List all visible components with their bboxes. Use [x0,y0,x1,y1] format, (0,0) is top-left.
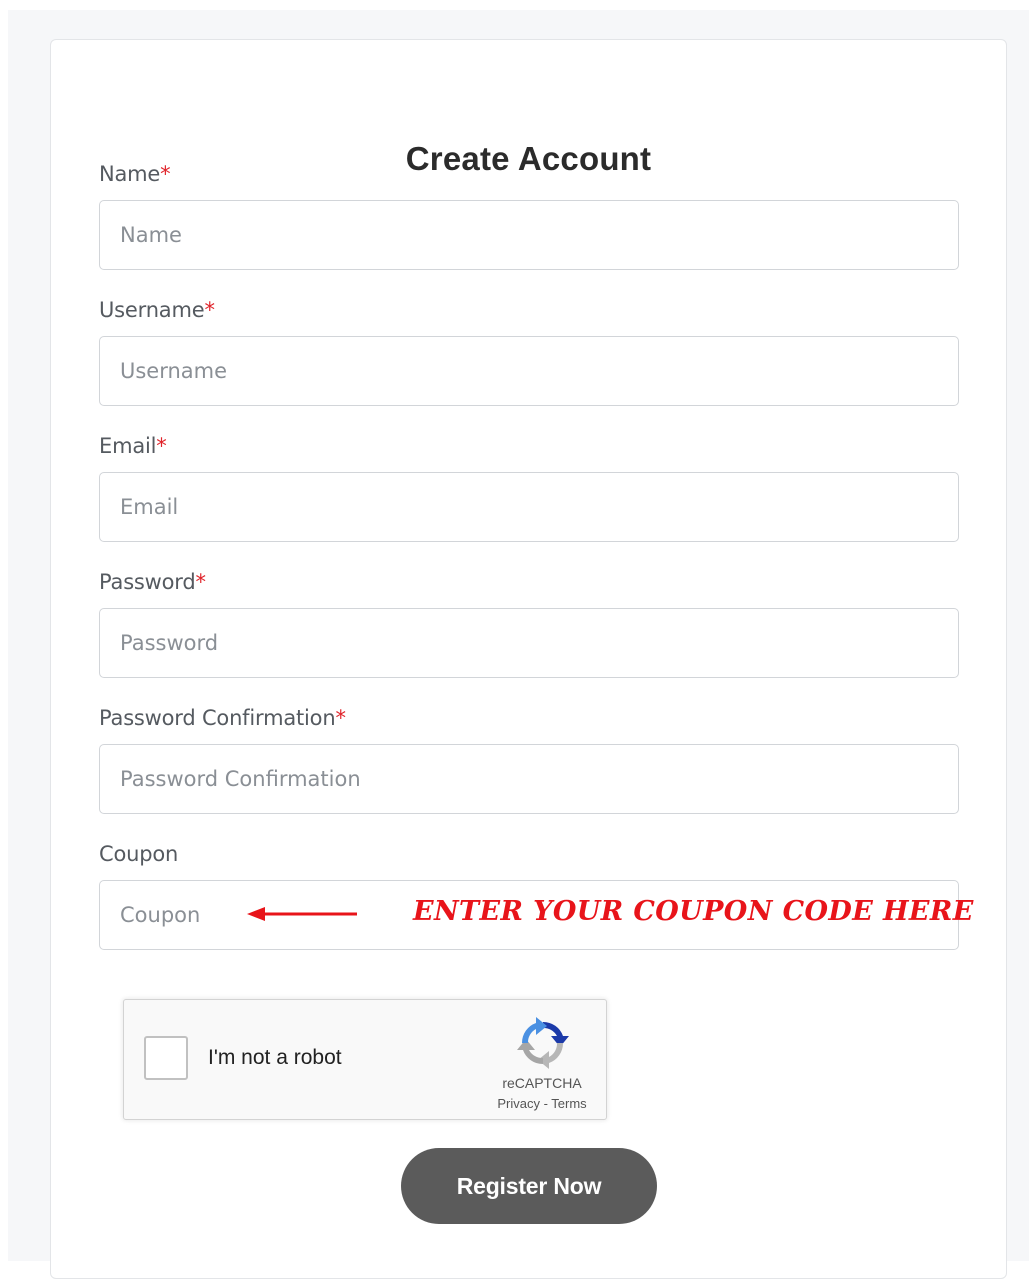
password-confirmation-label-text: Password Confirmation [99,706,336,730]
username-label: Username* [99,298,215,322]
coupon-label-text: Coupon [99,842,179,866]
register-now-button[interactable]: Register Now [401,1148,657,1224]
username-input[interactable] [99,336,959,406]
password-label: Password* [99,570,206,594]
terms-link[interactable]: Terms [551,1096,586,1111]
email-label-text: Email [99,434,157,458]
coupon-annotation-text: ENTER YOUR COUPON CODE HERE [413,896,974,927]
required-marker: * [204,298,215,322]
password-label-text: Password [99,570,196,594]
required-marker: * [335,706,346,730]
recaptcha-brand: reCAPTCHA [502,1075,582,1091]
required-marker: * [156,434,167,458]
password-confirmation-label: Password Confirmation* [99,706,346,730]
register-card: Create Account Name* Username* Email* Pa… [50,39,1007,1279]
name-input[interactable] [99,200,959,270]
privacy-link[interactable]: Privacy [497,1096,540,1111]
recaptcha-label: I'm not a robot [208,1046,342,1069]
email-input[interactable] [99,472,959,542]
name-label: Name* [99,162,171,186]
coupon-label: Coupon [99,842,178,866]
email-label: Email* [99,434,167,458]
links-separator: - [539,1096,552,1111]
username-label-text: Username [99,298,205,322]
required-marker: * [160,162,171,186]
recaptcha-logo-icon [517,1017,569,1069]
required-marker: * [195,570,207,594]
recaptcha-checkbox[interactable] [144,1036,188,1080]
password-confirmation-input[interactable] [99,744,959,814]
recaptcha-widget: I'm not a robot reCAPTCHA Privacy - Term… [123,999,607,1120]
password-input[interactable] [99,608,959,678]
page-title: Create Account [405,140,652,177]
name-label-text: Name [99,162,161,186]
recaptcha-links: Privacy - Terms [480,1096,604,1111]
